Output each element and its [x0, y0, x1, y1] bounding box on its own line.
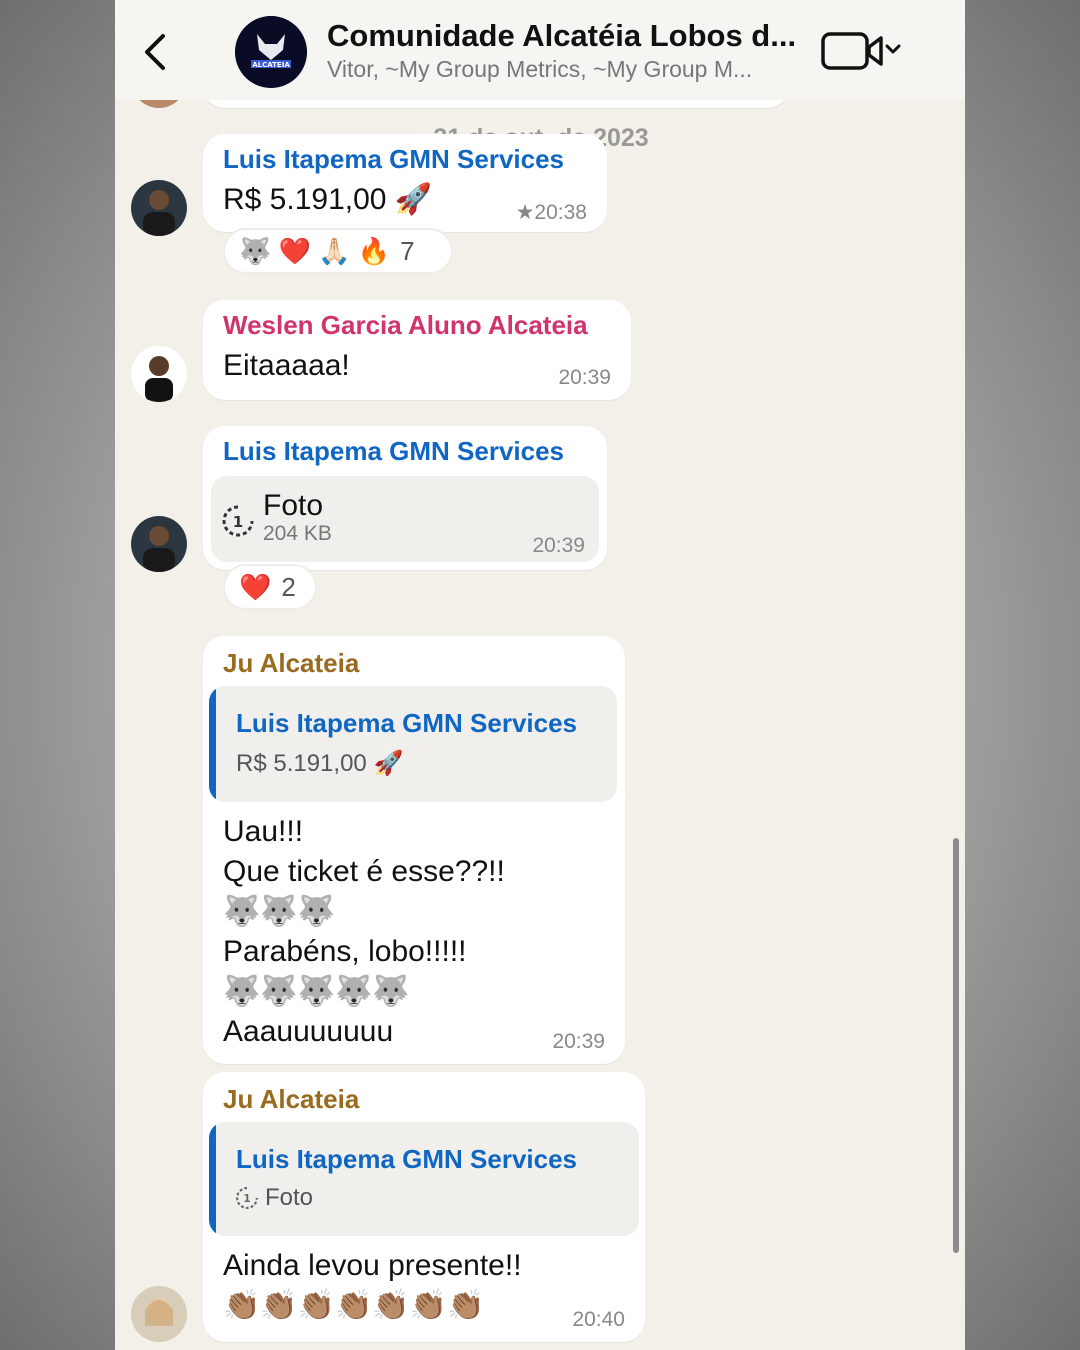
svg-text:ALCATEIA: ALCATEIA: [252, 61, 290, 69]
view-once-icon: 1: [222, 505, 254, 537]
message-text: Eitaaaaa!: [223, 349, 350, 382]
message-text: Uau!!! Que ticket é esse??!! 🐺🐺🐺 Parabén…: [223, 812, 505, 1052]
reaction-emojis: ❤️: [239, 571, 272, 602]
quoted-message[interactable]: Luis Itapema GMN Services R$ 5.191,00 🚀: [209, 686, 617, 802]
message-time: 20:40: [572, 1308, 625, 1331]
person-photo-icon: [131, 1286, 187, 1342]
reaction-count: 2: [281, 571, 296, 602]
person-photo-icon: [143, 526, 175, 572]
quote-accent-bar: [209, 1122, 216, 1236]
message-sender[interactable]: Luis Itapema GMN Services: [223, 436, 564, 467]
message-time: ★20:38: [515, 201, 587, 224]
message-bubble-5[interactable]: Ju Alcateia Luis Itapema GMN Services 1 …: [203, 1072, 645, 1342]
message-line: Aaauuuuuuu: [223, 1015, 394, 1048]
quoted-text: R$ 5.191,00 🚀: [236, 750, 404, 777]
photo-attachment[interactable]: 1 Foto 204 KB 20:39: [211, 476, 599, 562]
attachment-size: 204 KB: [263, 522, 332, 545]
svg-text:1: 1: [233, 513, 243, 531]
message-line: Parabéns, lobo!!!!!: [223, 935, 467, 968]
chat-screen: ALCATEIA Comunidade Alcatéia Lobos d... …: [115, 0, 965, 1350]
message-bubble-1[interactable]: Luis Itapema GMN Services R$ 5.191,00 🚀 …: [203, 134, 607, 232]
group-members[interactable]: Vitor, ~My Group Metrics, ~My Group M...: [327, 56, 797, 83]
chat-scrollbar[interactable]: [953, 838, 959, 1253]
group-avatar[interactable]: ALCATEIA: [235, 16, 307, 88]
message-line: Uau!!!: [223, 815, 304, 848]
avatar-luis[interactable]: [131, 180, 187, 236]
message-line: Ainda levou presente!!: [223, 1249, 522, 1282]
attachment-label: Foto: [263, 489, 324, 522]
quoted-message[interactable]: Luis Itapema GMN Services 1 Foto: [209, 1122, 639, 1236]
message-bubble-2[interactable]: Weslen Garcia Aluno Alcateia Eitaaaaa! 2…: [203, 300, 631, 400]
message-sender[interactable]: Ju Alcateia: [223, 1084, 359, 1115]
reaction-emojis: 🐺 ❤️ 🙏🏻 🔥: [239, 235, 391, 266]
person-photo-icon: [145, 356, 173, 402]
reactions-bar-3[interactable]: ❤️ 2: [223, 564, 317, 610]
message-line: 👏🏽👏🏽👏🏽👏🏽👏🏽👏🏽👏🏽: [223, 1289, 485, 1322]
avatar-ju[interactable]: [131, 1286, 187, 1342]
reactions-bar-1[interactable]: 🐺 ❤️ 🙏🏻 🔥 7: [223, 228, 453, 274]
person-photo-icon: [143, 190, 175, 236]
reaction-count: 7: [400, 235, 415, 266]
quote-accent-bar: [209, 686, 216, 802]
message-text: R$ 5.191,00 🚀: [223, 183, 433, 216]
message-sender[interactable]: Luis Itapema GMN Services: [223, 144, 564, 175]
message-sender[interactable]: Ju Alcateia: [223, 648, 359, 679]
quoted-sender: Luis Itapema GMN Services: [236, 708, 578, 738]
quoted-text: Foto: [265, 1184, 314, 1211]
view-once-icon: 1: [236, 1187, 258, 1209]
message-sender[interactable]: Weslen Garcia Aluno Alcateia: [223, 310, 588, 341]
group-title[interactable]: Comunidade Alcatéia Lobos d...: [327, 18, 807, 54]
message-time: 20:39: [558, 366, 611, 389]
message-line: Que ticket é esse??!!: [223, 855, 505, 888]
video-call-icon[interactable]: [821, 30, 903, 72]
message-line: 🐺🐺🐺🐺🐺: [223, 975, 410, 1008]
avatar-weslen[interactable]: [131, 346, 187, 402]
message-text: Ainda levou presente!! 👏🏽👏🏽👏🏽👏🏽👏🏽👏🏽👏🏽: [223, 1246, 522, 1326]
message-time: 20:39: [552, 1030, 605, 1053]
message-bubble-3[interactable]: Luis Itapema GMN Services 1 Foto 204 KB …: [203, 426, 607, 570]
back-arrow-icon[interactable]: [137, 30, 171, 74]
wolf-logo-icon: ALCATEIA: [235, 16, 307, 88]
quoted-sender: Luis Itapema GMN Services: [236, 1144, 578, 1174]
message-bubble-4[interactable]: Ju Alcateia Luis Itapema GMN Services R$…: [203, 636, 625, 1064]
svg-text:1: 1: [243, 1193, 250, 1205]
message-line: 🐺🐺🐺: [223, 895, 336, 928]
avatar-luis[interactable]: [131, 516, 187, 572]
chat-header: ALCATEIA Comunidade Alcatéia Lobos d... …: [115, 0, 965, 100]
message-time: 20:39: [532, 534, 585, 557]
